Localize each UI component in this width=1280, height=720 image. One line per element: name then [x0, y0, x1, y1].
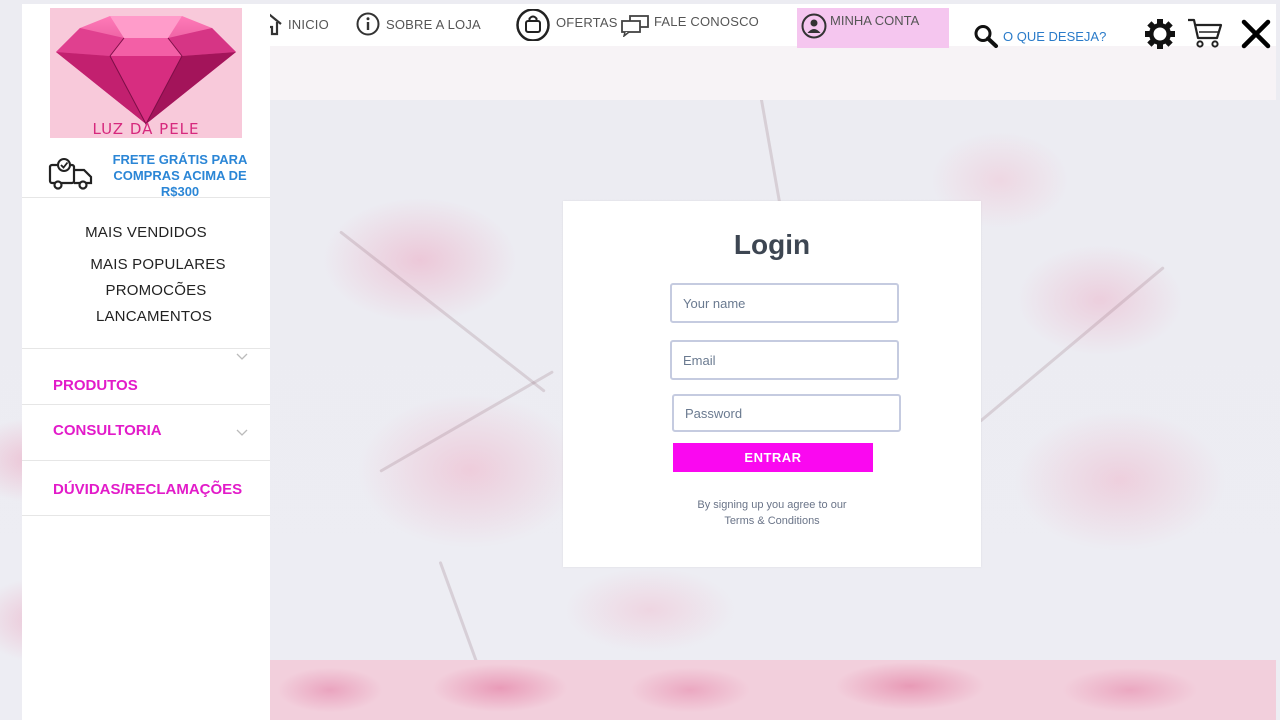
gear-icon: [1145, 19, 1175, 49]
cart-icon: [1188, 18, 1223, 48]
nav-sobre-a-loja[interactable]: SOBRE A LOJA: [354, 12, 481, 36]
logo-text: LUZ DA PELE: [92, 120, 200, 138]
chevron-down-icon: [236, 353, 248, 360]
login-title: Login: [733, 229, 811, 260]
info-icon: [356, 12, 380, 36]
link-mais-vendidos[interactable]: MAIS VENDIDOS: [22, 224, 270, 241]
chat-icon: [621, 15, 649, 37]
entrar-button[interactable]: ENTRAR: [673, 443, 873, 472]
free-shipping-text: FRETE GRÁTIS PARA COMPRAS ACIMA DE R$300: [112, 152, 248, 199]
link-mais-populares[interactable]: MAIS POPULARES: [34, 256, 282, 273]
nav-fale-conosco[interactable]: FALE CONOSCO: [620, 13, 759, 37]
footer-blossom-strip: [270, 660, 1276, 720]
menu-consultoria-label: CONSULTORIA: [53, 422, 162, 439]
chevron-down-icon: [236, 429, 248, 436]
settings-button[interactable]: [1142, 17, 1178, 55]
link-promocoes[interactable]: PROMOCÕES: [32, 282, 280, 299]
terms-line: By signing up you agree to our: [697, 499, 847, 511]
header-spacer: [270, 45, 1276, 100]
nav-inicio-label: INICIO: [288, 16, 329, 32]
search-link[interactable]: O QUE DESEJA?: [972, 24, 1106, 48]
free-shipping-banner: FRETE GRÁTIS PARA COMPRAS ACIMA DE R$300: [22, 144, 270, 199]
name-input[interactable]: [670, 283, 899, 323]
search-label: O QUE DESEJA?: [1003, 28, 1107, 44]
nav-ofertas[interactable]: OFERTAS: [514, 9, 618, 41]
terms-link[interactable]: Terms & Conditions: [563, 513, 981, 529]
menu-produtos[interactable]: PRODUTOS: [22, 348, 270, 404]
email-input[interactable]: [670, 340, 899, 380]
diamond-icon: [56, 16, 236, 126]
terms-notice: By signing up you agree to our Terms & C…: [563, 497, 981, 529]
close-icon: [1241, 19, 1271, 49]
user-icon: [801, 13, 827, 39]
nav-ofertas-label: OFERTAS: [556, 15, 618, 30]
close-button[interactable]: [1240, 19, 1272, 53]
sidebar: LUZ DA PELE FRETE GRÁTIS PARA COMPRAS AC…: [22, 4, 270, 720]
search-icon: [974, 25, 998, 48]
nav-fale-label: FALE CONOSCO: [654, 13, 759, 29]
bag-icon: [516, 9, 550, 41]
nav-sobre-label: SOBRE A LOJA: [386, 16, 481, 32]
menu-consultoria[interactable]: CONSULTORIA: [22, 404, 270, 460]
password-input[interactable]: [672, 394, 901, 432]
menu-duvidas[interactable]: DÚVIDAS/RECLAMAÇÕES: [22, 460, 270, 516]
nav-conta-label: MINHA CONTA: [830, 13, 920, 28]
login-card: Login ENTRAR By signing up you agree to …: [563, 201, 981, 567]
menu-produtos-label: PRODUTOS: [53, 377, 138, 394]
store-logo[interactable]: LUZ DA PELE: [50, 8, 242, 138]
menu-duvidas-label: DÚVIDAS/RECLAMAÇÕES: [53, 481, 243, 498]
truck-icon: [48, 158, 93, 190]
link-lancamentos[interactable]: LANCAMENTOS: [30, 308, 278, 325]
cart-button[interactable]: [1186, 16, 1224, 54]
nav-minha-conta[interactable]: MINHA CONTA: [797, 8, 949, 48]
